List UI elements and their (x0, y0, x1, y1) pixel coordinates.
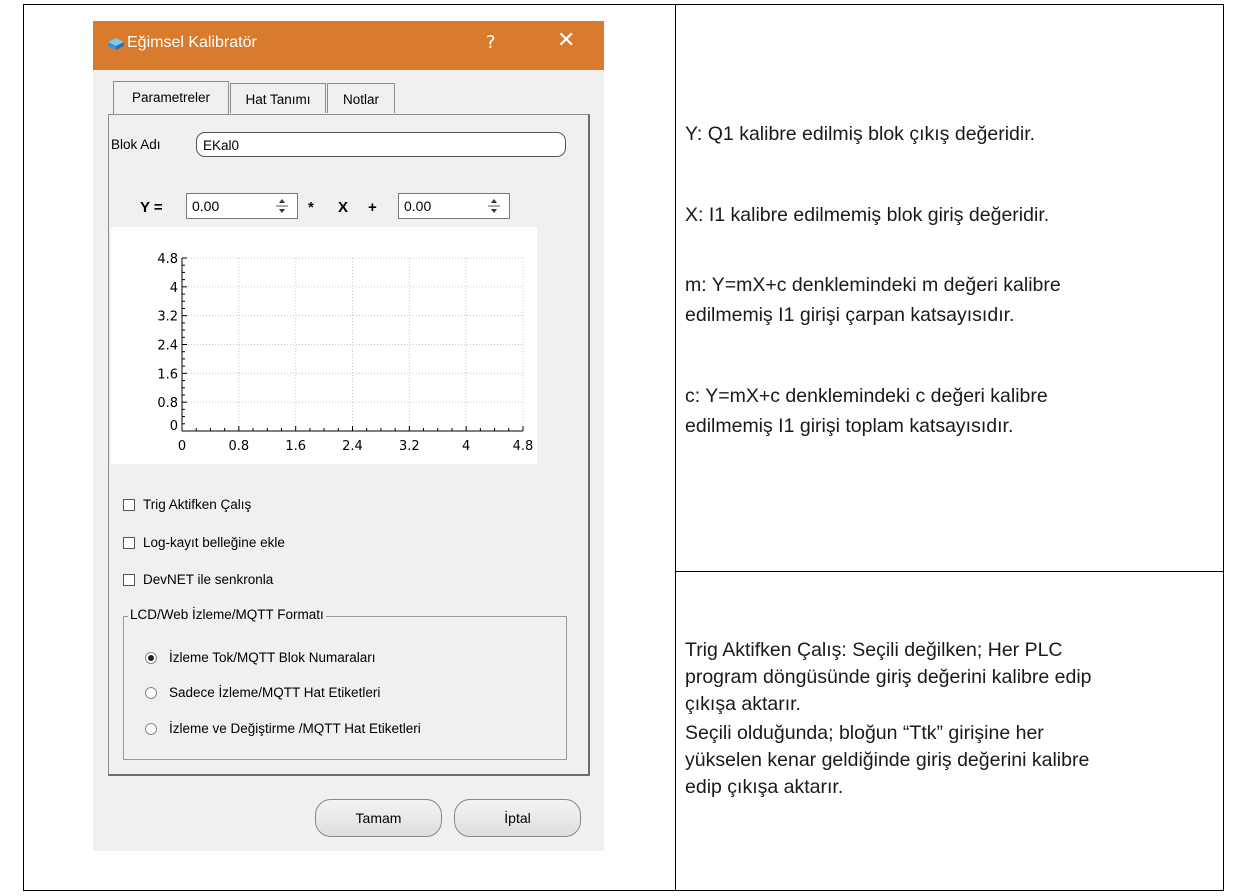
chart-x-tick-label: 1.6 (285, 439, 306, 454)
spin-arrows-icon[interactable] (275, 196, 289, 216)
note-c-description-line1: c: Y=mX+c denklemindeki c değeri kalibre (685, 385, 1048, 407)
cancel-button[interactable]: İptal (454, 799, 581, 837)
calibration-chart: 0 0.8 1.6 2.4 3.2 4 4.8 0 0.8 1.6 2.4 3.2 4 4.8 (111, 227, 537, 464)
help-button[interactable]: ? (486, 32, 496, 53)
chart-y-tick-label: 4.8 (157, 252, 178, 267)
chart-x-tick-label: 4.8 (513, 439, 534, 454)
table-row-divider (675, 571, 1224, 572)
ok-button[interactable]: Tamam (315, 799, 442, 837)
tab-notes[interactable]: Notlar (327, 83, 395, 113)
note-trig-line1: Trig Aktifken Çalış: Seçili değilken; He… (685, 639, 1063, 661)
radio-block-numbers-label: İzleme Tok/MQTT Blok Numaraları (169, 650, 376, 665)
chart-y-tick-label: 0 (170, 419, 178, 434)
radio-line-labels[interactable] (145, 687, 157, 699)
tab-parameters[interactable]: Parametreler (113, 81, 229, 114)
devnet-sync-checkbox[interactable] (123, 574, 135, 586)
m-value: 0.00 (192, 198, 220, 214)
m-value-spinbox[interactable]: 0.00 (186, 193, 298, 219)
radio-line-labels-label: Sadece İzleme/MQTT Hat Etiketleri (169, 685, 381, 700)
radio-edit-line-labels-label: İzleme ve Değiştirme /MQTT Hat Etiketler… (169, 721, 421, 736)
block-name-label: Blok Adı (111, 137, 161, 152)
chart-svg: 0 0.8 1.6 2.4 3.2 4 4.8 0 0.8 1.6 2.4 3.2 4 4.8 (157, 252, 534, 454)
note-trig-line3: çıkışa aktarır. (685, 693, 801, 715)
note-m-description-line1: m: Y=mX+c denklemindeki m değeri kalibre (685, 274, 1061, 296)
chart-x-tick-label: 2.4 (342, 439, 363, 454)
chart-y-tick-label: 2.4 (157, 339, 178, 354)
plus-sign: + (368, 199, 377, 216)
calibrator-dialog: Eğimsel Kalibratör ? ✕ Parametreler Hat … (93, 21, 604, 851)
log-record-checkbox[interactable] (123, 537, 135, 549)
chart-x-tick-label: 3.2 (399, 439, 420, 454)
note-trig-line6: edip çıkışa aktarır. (685, 776, 844, 798)
note-trig-line2: program döngüsünde giriş değerini kalibr… (685, 666, 1092, 688)
chart-y-tick-label: 0.8 (157, 396, 178, 411)
c-value-spinbox[interactable]: 0.00 (398, 193, 510, 219)
block-name-input[interactable]: EKal0 (196, 132, 566, 157)
chart-y-tick-label: 4 (170, 281, 178, 296)
format-group-title: LCD/Web İzleme/MQTT Formatı (128, 607, 326, 622)
chart-x-tick-label: 4 (462, 439, 470, 454)
radio-block-numbers[interactable] (145, 652, 157, 664)
chart-y-tick-label: 1.6 (157, 367, 178, 382)
dialog-title: Eğimsel Kalibratör (127, 34, 257, 51)
table-column-divider (675, 4, 676, 891)
multiply-sign: * (308, 199, 314, 216)
chart-x-tick-label: 0.8 (228, 439, 249, 454)
x-label: X (338, 199, 349, 216)
chart-y-tick-label: 3.2 (157, 310, 178, 325)
trig-active-checkbox[interactable] (123, 499, 135, 511)
radio-edit-line-labels[interactable] (145, 723, 157, 735)
chart-x-tick-label: 0 (178, 439, 186, 454)
devnet-sync-label: DevNET ile senkronla (143, 572, 274, 587)
app-icon (108, 38, 124, 50)
note-trig-line4: Seçili olduğunda; bloğun “Ttk” girişine … (685, 722, 1044, 744)
note-m-description-line2: edilmemiş I1 girişi çarpan katsayısıdır. (685, 304, 1015, 326)
title-bar: Eğimsel Kalibratör ? ✕ (93, 21, 604, 70)
note-y-description: Y: Q1 kalibre edilmiş blok çıkış değerid… (685, 123, 1036, 145)
note-x-description: X: I1 kalibre edilmemiş blok giriş değer… (685, 204, 1050, 226)
note-trig-line5: yükselen kenar geldiğinde giriş değerini… (685, 749, 1090, 771)
c-value: 0.00 (404, 198, 432, 214)
tab-line-definition[interactable]: Hat Tanımı (230, 83, 326, 113)
y-equals-label: Y = (140, 199, 163, 216)
close-button[interactable]: ✕ (557, 28, 575, 53)
log-record-label: Log-kayıt belleğine ekle (143, 535, 285, 550)
spin-arrows-icon[interactable] (487, 196, 501, 216)
note-c-description-line2: edilmemiş I1 girişi toplam katsayısıdır. (685, 415, 1014, 437)
trig-active-label: Trig Aktifken Çalış (143, 497, 252, 512)
